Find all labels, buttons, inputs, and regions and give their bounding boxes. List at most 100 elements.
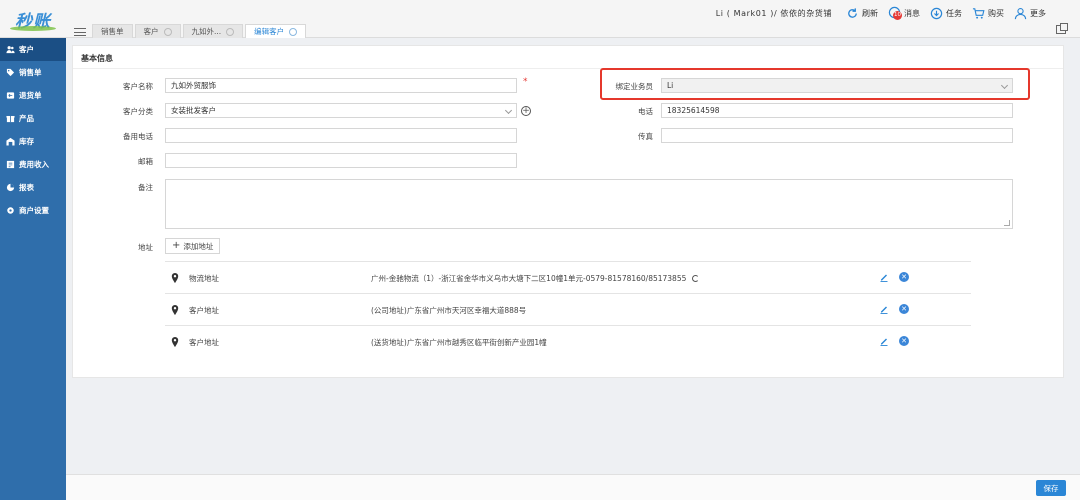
customer-name-label: 客户名称 <box>123 82 153 91</box>
message-count-badge: 10 <box>893 10 902 20</box>
tasks-button[interactable]: 任务 <box>930 7 962 20</box>
address-text: (公司地址)广东省广州市天河区幸福大道888号 <box>371 306 527 315</box>
sidebar-item-merchant-settings[interactable]: 商户设置 <box>0 199 66 222</box>
fax-input[interactable] <box>661 128 1013 143</box>
tab-label: 客户 <box>143 27 159 36</box>
messages-button[interactable]: 10 消息 <box>888 6 920 21</box>
location-pin-icon <box>171 337 179 347</box>
tab-edit-customer[interactable]: 编辑客户 <box>245 24 307 38</box>
tab-customer-detail[interactable]: 九如外... <box>182 24 244 38</box>
more-label: 更多 <box>1030 8 1046 18</box>
sidebar-item-label: 产品 <box>19 114 34 123</box>
save-button[interactable]: 保存 <box>1036 480 1066 496</box>
remark-label: 备注 <box>138 183 153 192</box>
sidebar-item-expenses[interactable]: 费用收入 <box>0 153 66 176</box>
sidebar-item-reports[interactable]: 报表 <box>0 176 66 199</box>
pie-chart-icon <box>6 183 15 192</box>
delete-icon[interactable]: ✕ <box>899 336 909 346</box>
add-category-icon[interactable]: + <box>521 106 531 116</box>
customer-name-value: 九如外贸服饰 <box>171 81 216 90</box>
tab-label: 九如外... <box>191 27 222 36</box>
plus-icon: + <box>172 240 181 251</box>
sidebar-item-label: 费用收入 <box>19 160 49 169</box>
refresh-label: 刷新 <box>862 8 878 18</box>
phone-value: 18325614598 <box>667 106 720 115</box>
message-icon-wrap: 10 <box>888 6 902 21</box>
address-type: 客户地址 <box>189 306 219 315</box>
sidebar-item-products[interactable]: 产品 <box>0 107 66 130</box>
address-row: 物流地址 广州-金驰物流（1）-浙江省金华市义乌市大塘下二区10幢1单元-057… <box>165 261 971 293</box>
tab-close-icon[interactable] <box>226 27 235 36</box>
buy-label: 购买 <box>988 8 1004 18</box>
tasks-label: 任务 <box>946 8 962 18</box>
sidebar-item-label: 库存 <box>19 137 34 146</box>
remark-textarea[interactable] <box>165 179 1013 229</box>
sidebar: 客户 销售单 退货单 产品 库存 费用收入 报表 商户设置 <box>0 38 66 500</box>
top-bar: 秒账 销售单 客户 九如外... 编辑客户 Li ( Mark01 )/ 依依的… <box>0 0 1080 38</box>
sidebar-item-label: 客户 <box>19 45 34 54</box>
bottom-action-bar: 保存 <box>66 474 1080 500</box>
users-icon <box>6 45 15 54</box>
customer-name-input[interactable]: 九如外贸服饰 <box>165 78 517 93</box>
sidebar-item-customers[interactable]: 客户 <box>0 38 66 61</box>
required-marker: * <box>523 77 528 87</box>
backup-phone-label: 备用电话 <box>123 132 153 141</box>
address-type: 物流地址 <box>189 274 219 283</box>
header-actions: Li ( Mark01 )/ 依依的杂货铺 刷新 10 消息 任务 购买 更多 <box>716 5 1046 21</box>
menu-toggle-icon[interactable] <box>72 26 88 38</box>
delete-icon[interactable]: ✕ <box>899 272 909 282</box>
download-circle-icon <box>930 7 943 19</box>
sidebar-item-inventory[interactable]: 库存 <box>0 130 66 153</box>
new-window-icon[interactable] <box>1056 23 1068 34</box>
location-pin-icon <box>171 273 179 283</box>
sidebar-item-returns[interactable]: 退货单 <box>0 84 66 107</box>
sync-icon[interactable] <box>691 275 699 282</box>
logo-swoosh <box>10 26 56 31</box>
section-title: 基本信息 <box>81 54 113 63</box>
user-icon <box>1014 7 1027 19</box>
app-logo[interactable]: 秒账 <box>0 0 66 38</box>
address-text: 广州-金驰物流（1）-浙江省金华市义乌市大塘下二区10幢1单元-0579-815… <box>371 273 699 284</box>
tag-icon <box>6 68 15 77</box>
sidebar-item-sales-orders[interactable]: 销售单 <box>0 61 66 84</box>
tab-close-icon[interactable] <box>163 27 172 36</box>
tab-sales-order[interactable]: 销售单 <box>92 24 133 38</box>
refresh-icon <box>848 7 857 18</box>
fax-label: 传真 <box>638 132 653 141</box>
delete-icon[interactable]: ✕ <box>899 304 909 314</box>
category-select[interactable]: 女装批发客户 <box>165 103 517 118</box>
address-label: 地址 <box>138 243 153 252</box>
sidebar-item-label: 销售单 <box>19 68 42 77</box>
address-row: 客户地址 (公司地址)广东省广州市天河区幸福大道888号 ✕ <box>165 293 971 325</box>
messages-label: 消息 <box>904 8 920 18</box>
edit-icon[interactable] <box>879 336 889 346</box>
address-row: 客户地址 (送货地址)广东省广州市越秀区临平街创新产业园1幢 ✕ <box>165 325 971 357</box>
edit-icon[interactable] <box>879 272 889 282</box>
email-input[interactable] <box>165 153 517 168</box>
add-address-label: 添加地址 <box>183 241 214 251</box>
user-info: Li ( Mark01 )/ 依依的杂货铺 <box>715 8 832 18</box>
sidebar-item-label: 退货单 <box>19 91 42 100</box>
chevron-down-icon <box>504 106 513 115</box>
add-address-button[interactable]: + 添加地址 <box>165 238 221 254</box>
return-icon <box>6 91 15 100</box>
phone-label: 电话 <box>638 107 653 116</box>
location-pin-icon <box>171 305 179 315</box>
tab-customer[interactable]: 客户 <box>134 24 181 38</box>
tab-close-icon[interactable] <box>289 27 298 36</box>
tab-label: 编辑客户 <box>254 27 285 36</box>
email-label: 邮箱 <box>138 157 153 166</box>
buy-button[interactable]: 购买 <box>972 7 1004 20</box>
highlight-annotation <box>600 68 1030 100</box>
more-button[interactable]: 更多 <box>1014 7 1046 20</box>
gear-icon <box>6 206 15 215</box>
refresh-button[interactable]: 刷新 <box>846 7 878 20</box>
sidebar-item-label: 报表 <box>19 183 34 192</box>
gift-icon <box>6 114 15 123</box>
edit-icon[interactable] <box>879 304 889 314</box>
resize-grip-icon[interactable] <box>1004 220 1010 226</box>
tab-label: 销售单 <box>101 27 124 36</box>
phone-input[interactable]: 18325614598 <box>661 103 1013 118</box>
backup-phone-input[interactable] <box>165 128 517 143</box>
cart-icon <box>972 7 985 19</box>
